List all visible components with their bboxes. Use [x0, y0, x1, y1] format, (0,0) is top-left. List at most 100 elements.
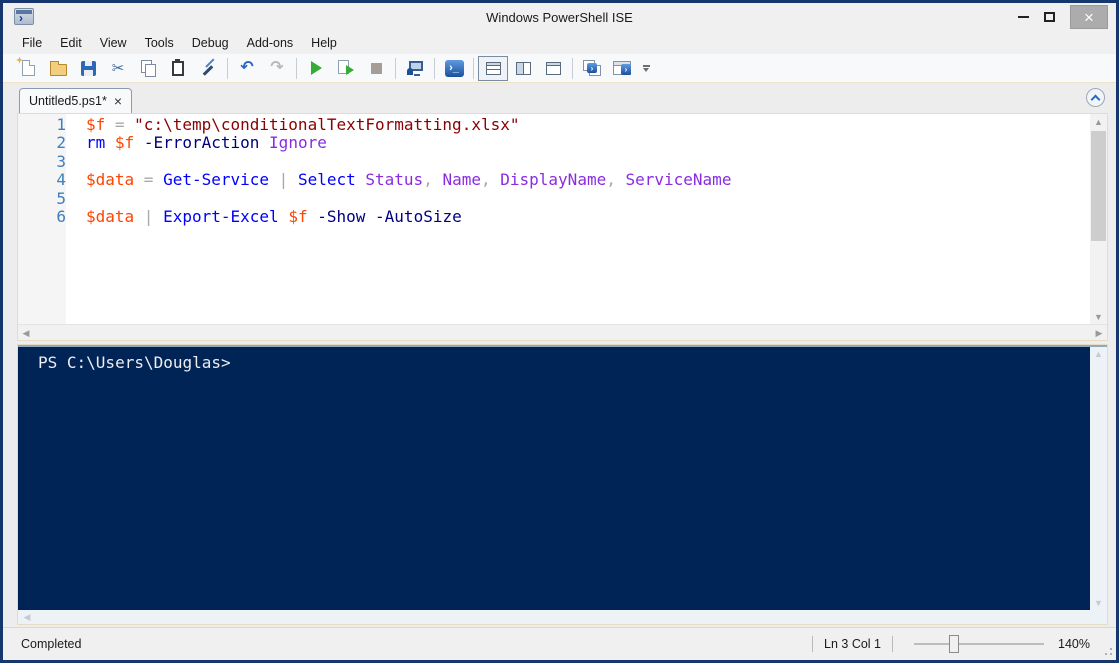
- script-pane-top-button[interactable]: [478, 55, 508, 81]
- redo-icon: ↷: [270, 59, 284, 76]
- console-vertical-scrollbar[interactable]: ▲ ▼: [1090, 347, 1107, 610]
- open-folder-icon: [49, 60, 67, 76]
- editor-code[interactable]: $f = "c:\temp\conditionalTextFormatting.…: [66, 114, 1090, 324]
- editor-vertical-scrollbar[interactable]: ▲ ▼: [1090, 114, 1107, 324]
- scroll-down-icon[interactable]: ▼: [1090, 309, 1107, 324]
- title-bar: Windows PowerShell ISE ×: [3, 3, 1116, 31]
- tab-close-icon[interactable]: ×: [114, 94, 122, 108]
- code-line[interactable]: $data = Get-Service | Select Status, Nam…: [86, 171, 1090, 189]
- status-separator: [812, 636, 814, 652]
- script-pane: Untitled5.ps1* × 123456 $f = "c:\temp\co…: [17, 87, 1108, 341]
- code-line[interactable]: [86, 190, 1090, 208]
- code-line[interactable]: [86, 153, 1090, 171]
- cut-scissors-icon: ✂: [111, 59, 125, 77]
- copy-button[interactable]: [133, 56, 163, 81]
- toolbar-separator: [395, 57, 396, 79]
- clear-console-button[interactable]: [193, 56, 223, 81]
- line-col-indicator: Ln 3 Col 1: [824, 637, 882, 651]
- open-button[interactable]: [43, 56, 73, 81]
- scroll-left-icon[interactable]: ◀: [20, 610, 34, 624]
- console-horizontal-scrollbar[interactable]: ◀: [18, 610, 1107, 624]
- menu-tools[interactable]: Tools: [136, 33, 183, 53]
- remote-computer-icon: [406, 60, 424, 76]
- powershell-icon: ›_: [444, 59, 464, 77]
- zoom-slider-thumb[interactable]: [949, 635, 960, 653]
- run-script-button[interactable]: [301, 56, 331, 81]
- menu-addons[interactable]: Add-ons: [238, 33, 303, 53]
- menu-bar: File Edit View Tools Debug Add-ons Help: [3, 31, 1116, 54]
- paste-button[interactable]: [163, 56, 193, 81]
- new-remote-tab-button[interactable]: [400, 56, 430, 81]
- collapse-script-pane-button[interactable]: [1086, 88, 1105, 107]
- minimize-button[interactable]: [1010, 6, 1036, 28]
- save-floppy-icon: [80, 60, 96, 76]
- start-powershell-button[interactable]: ›_: [439, 56, 469, 81]
- toolbar-separator: [434, 57, 435, 79]
- close-button[interactable]: ×: [1070, 5, 1108, 29]
- tab-label: Untitled5.ps1*: [29, 94, 107, 108]
- scrollbar-thumb[interactable]: [1091, 131, 1106, 241]
- script-pane-max-icon: [545, 61, 561, 75]
- new-script-button[interactable]: [13, 56, 43, 81]
- copy-icon: [140, 60, 156, 77]
- workspace: Untitled5.ps1* × 123456 $f = "c:\temp\co…: [3, 84, 1116, 625]
- scroll-up-icon[interactable]: ▲: [1090, 347, 1107, 361]
- script-editor: 123456 $f = "c:\temp\conditionalTextForm…: [17, 113, 1108, 341]
- code-line[interactable]: $f = "c:\temp\conditionalTextFormatting.…: [86, 115, 1090, 134]
- run-selection-button[interactable]: [331, 56, 361, 81]
- toolbar-separator: [473, 57, 474, 79]
- editor-gutter: 123456: [18, 114, 66, 324]
- zoom-slider[interactable]: [914, 635, 1045, 653]
- run-script-icon: [310, 61, 322, 75]
- line-number: 1: [56, 115, 66, 134]
- script-pane-top-icon: [485, 61, 501, 75]
- powershell-app-icon: [14, 8, 34, 25]
- console-output[interactable]: PS C:\Users\Douglas>: [18, 347, 1090, 610]
- resize-grip[interactable]: [1100, 643, 1112, 655]
- tab-untitled5[interactable]: Untitled5.ps1* ×: [19, 88, 133, 113]
- menu-debug[interactable]: Debug: [183, 33, 238, 53]
- chevron-up-icon: [1090, 94, 1101, 104]
- script-pane-max-button[interactable]: [538, 56, 568, 81]
- menu-help[interactable]: Help: [302, 33, 346, 53]
- toolbar-separator: [296, 57, 297, 79]
- code-line[interactable]: $data | Export-Excel $f -Show -AutoSize: [86, 207, 1090, 226]
- scroll-up-icon[interactable]: ▲: [1090, 114, 1107, 129]
- line-number: 4: [56, 170, 66, 190]
- zoom-slider-track[interactable]: [914, 643, 1045, 645]
- menu-file[interactable]: File: [13, 33, 51, 53]
- zoom-percent: 140%: [1058, 637, 1090, 651]
- status-text: Completed: [21, 637, 82, 651]
- paste-clipboard-icon: [172, 58, 184, 76]
- script-pane-right-button[interactable]: [508, 56, 538, 81]
- new-script-icon: [21, 60, 35, 76]
- cut-button[interactable]: ✂: [103, 56, 133, 81]
- scroll-left-icon[interactable]: ◀: [18, 325, 34, 341]
- status-separator: [892, 636, 894, 652]
- undo-button[interactable]: ↶: [232, 56, 262, 81]
- stop-operation-button[interactable]: [361, 56, 391, 81]
- toolbar-overflow-button[interactable]: [637, 56, 655, 81]
- line-number: 3: [56, 151, 66, 171]
- code-line[interactable]: rm $f -ErrorAction Ignore: [86, 134, 1090, 152]
- console-prompt: PS C:\Users\Douglas>: [38, 353, 231, 372]
- editor-horizontal-scrollbar[interactable]: ◀ ▶: [18, 324, 1107, 340]
- menu-view[interactable]: View: [91, 33, 136, 53]
- menu-edit[interactable]: Edit: [51, 33, 91, 53]
- line-number: 2: [56, 133, 66, 153]
- save-button[interactable]: [73, 56, 103, 81]
- new-powershell-tab-icon: ›: [583, 60, 601, 76]
- powershell-console-button[interactable]: ›: [607, 56, 637, 81]
- status-bar: Completed Ln 3 Col 1 140%: [3, 627, 1116, 660]
- script-pane-right-icon: [515, 61, 531, 75]
- line-number: 6: [56, 207, 66, 227]
- redo-button[interactable]: ↷: [262, 56, 292, 81]
- undo-icon: ↶: [240, 59, 254, 76]
- scroll-down-icon[interactable]: ▼: [1090, 596, 1107, 610]
- powershell-console-icon: ›: [613, 61, 631, 75]
- scroll-right-icon[interactable]: ▶: [1091, 325, 1107, 341]
- new-powershell-tab-button[interactable]: ›: [577, 56, 607, 81]
- toolbar-separator: [227, 57, 228, 79]
- maximize-button[interactable]: [1036, 6, 1062, 28]
- toolbar: ✂ ↶ ↷ ›_ › ›: [3, 54, 1116, 83]
